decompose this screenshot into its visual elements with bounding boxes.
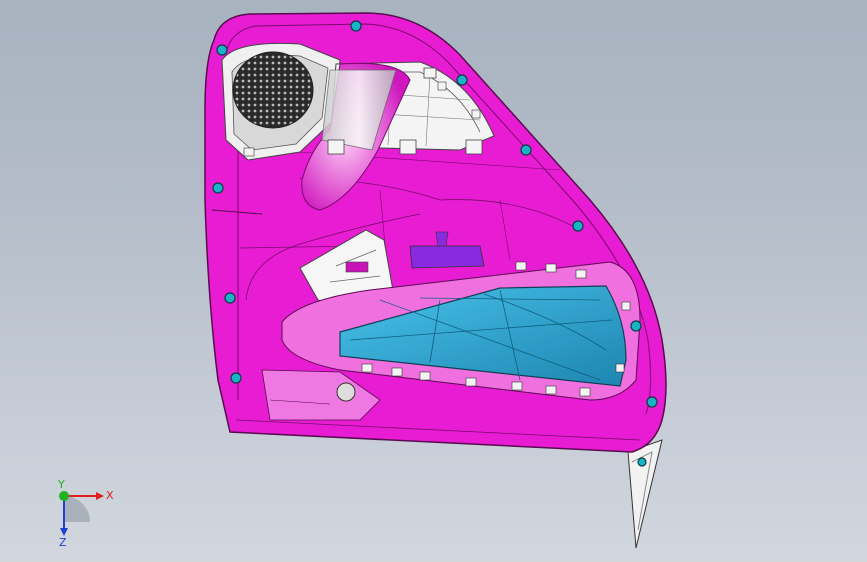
y-axis-origin (59, 491, 69, 501)
z-axis-arrow (60, 528, 68, 536)
reference-triad: X Y Z (57, 478, 114, 548)
x-axis-label: X (106, 489, 114, 502)
switch-block (409, 245, 485, 269)
y-axis-label: Y (57, 478, 65, 491)
x-axis-arrow (96, 492, 104, 500)
graphics-viewport[interactable]: X Y Z (0, 0, 867, 562)
z-axis-label: Z (59, 536, 67, 548)
door-trim-panel-model[interactable] (0, 0, 867, 562)
speaker-grille (232, 51, 314, 129)
panel-tail-strip (627, 439, 663, 549)
